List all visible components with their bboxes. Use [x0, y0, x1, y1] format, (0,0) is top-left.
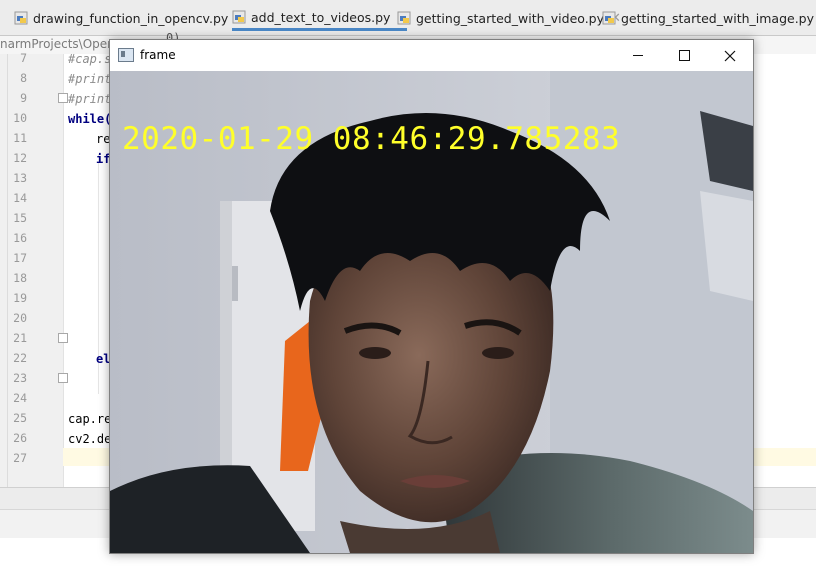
- line-number: 21: [13, 331, 27, 345]
- line-number: 20: [13, 311, 27, 325]
- python-file-icon: [232, 10, 246, 24]
- tab-drawing-function[interactable]: drawing_function_in_opencv.py ✕: [14, 6, 245, 30]
- line-number: 11: [13, 131, 27, 145]
- maximize-button[interactable]: [661, 40, 707, 71]
- line-number: 24: [13, 391, 27, 405]
- line-number: 27: [13, 451, 27, 465]
- line-number: 15: [13, 211, 27, 225]
- timestamp-overlay: 2020-01-29 08:46:29.785283: [122, 121, 621, 157]
- code-line: cv2.de: [68, 432, 112, 446]
- fold-marker[interactable]: [58, 373, 68, 383]
- frame-window[interactable]: frame 2020-01-29 08:46:29.785283: [109, 39, 754, 554]
- tab-getting-started-with-image[interactable]: getting_started_with_image.py ✕: [602, 6, 816, 30]
- line-number: 23: [13, 371, 27, 385]
- breadcrumb-path[interactable]: narmProjects\OpenC: [0, 37, 123, 51]
- line-number: 9: [20, 91, 27, 105]
- tab-label: drawing_function_in_opencv.py: [33, 10, 229, 26]
- line-number: 8: [20, 71, 27, 85]
- close-window-button[interactable]: [707, 40, 753, 71]
- tab-add-text-to-videos[interactable]: add_text_to_videos.py ✕: [232, 6, 408, 31]
- video-frame: 2020-01-29 08:46:29.785283: [110, 71, 753, 553]
- python-file-icon: [397, 11, 411, 25]
- tab-label: add_text_to_videos.py: [251, 9, 391, 25]
- fold-marker[interactable]: [58, 333, 68, 343]
- python-file-icon: [14, 11, 28, 25]
- window-app-icon: [118, 48, 134, 62]
- line-number-gutter: 7 8 9 10 11 12 13 14 15 16 17 18 19 20 2…: [8, 51, 68, 487]
- minimize-button[interactable]: [615, 40, 661, 71]
- tab-label: getting_started_with_image.py: [621, 10, 815, 26]
- code-line: #print: [68, 72, 112, 86]
- line-number: 16: [13, 231, 27, 245]
- maximize-icon: [679, 50, 690, 61]
- code-line: #cap.s: [68, 52, 112, 66]
- line-number: 25: [13, 411, 27, 425]
- tab-label: getting_started_with_video.py: [416, 10, 604, 26]
- line-number: 26: [13, 431, 27, 445]
- fold-marker[interactable]: [58, 93, 68, 103]
- tool-strip: [0, 54, 8, 487]
- code-line: while(: [68, 112, 112, 126]
- line-number: 14: [13, 191, 27, 205]
- window-title-bar[interactable]: frame: [110, 40, 753, 71]
- line-number: 22: [13, 351, 27, 365]
- code-line: cap.re: [68, 412, 112, 426]
- python-file-icon: [602, 11, 616, 25]
- line-number: 10: [13, 111, 27, 125]
- minimize-icon: [633, 55, 643, 56]
- line-number: 17: [13, 251, 27, 265]
- code-line: #print: [68, 92, 112, 106]
- line-number: 19: [13, 291, 27, 305]
- editor-tab-bar: drawing_function_in_opencv.py ✕ add_text…: [0, 0, 816, 36]
- close-icon: [724, 50, 736, 62]
- tab-getting-started-with-video[interactable]: getting_started_with_video.py ✕: [397, 6, 621, 30]
- line-number: 13: [13, 171, 27, 185]
- line-number: 18: [13, 271, 27, 285]
- window-title: frame: [140, 48, 176, 62]
- line-number: 12: [13, 151, 27, 165]
- line-number: 7: [20, 51, 27, 65]
